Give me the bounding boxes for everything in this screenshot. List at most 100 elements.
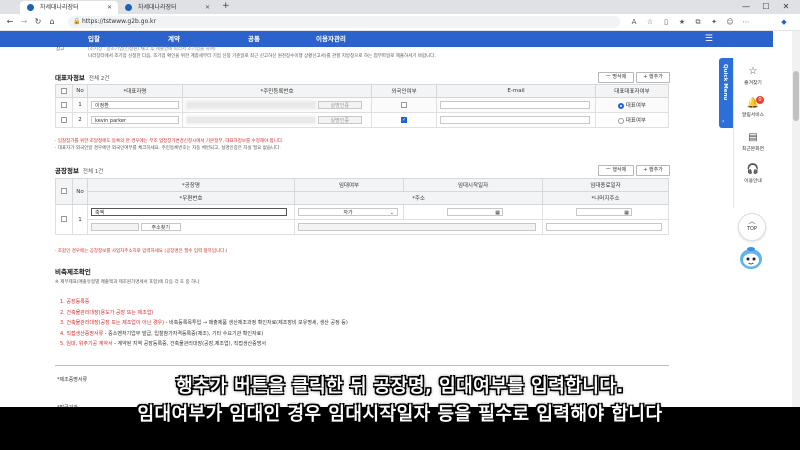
foreigner-checkbox[interactable]	[401, 101, 407, 108]
arrow-right-icon: ›	[722, 118, 725, 125]
maximize-button[interactable]: ☐	[758, 0, 774, 13]
main-content: 참고 (조치상 : 창조기업(신청원) 채크 후 제출양에 따라서 조기입을 하…	[52, 47, 672, 411]
email-input[interactable]	[440, 101, 590, 109]
scrollbar-thumb[interactable]	[793, 71, 799, 121]
rep-section-title-text: 대표자정보	[55, 74, 85, 82]
chatbot-mascot-icon[interactable]	[737, 245, 765, 271]
site-nav-bar: 입찰 계약 공통 이용자관리 ☰	[0, 31, 773, 47]
profile-icon[interactable]: ☺	[724, 16, 736, 28]
scroll-top-button[interactable]: ︿ TOP	[738, 213, 766, 241]
rep-name-input[interactable]: kevin parker	[91, 116, 179, 124]
verify-name-button[interactable]: 실명인증	[317, 101, 362, 109]
rep-name-input[interactable]: 이정환	[91, 101, 179, 109]
verify-name-button[interactable]: 실명인증	[317, 116, 362, 124]
notice-label: 참고	[56, 47, 65, 52]
forward-button[interactable]: →	[18, 15, 30, 29]
nav-item-user-admin[interactable]: 이용자관리	[316, 31, 346, 47]
list-item-num: 2.	[60, 309, 65, 316]
col-rent: 임대여부	[294, 178, 404, 192]
row-checkbox[interactable]	[61, 216, 67, 223]
list-item-text: 공장등록증	[66, 299, 90, 305]
quick-menu-item-label: 이용안내	[744, 179, 762, 184]
quick-menu-tab[interactable]: Quick Menu ›	[719, 58, 733, 128]
address-detail-input[interactable]	[546, 223, 662, 231]
home-button[interactable]: ⌂	[46, 15, 58, 29]
nav-item-contract[interactable]: 계약	[168, 31, 180, 47]
close-icon[interactable]: ✕	[205, 1, 210, 14]
rep-delete-row-button[interactable]: 一 명삭제	[598, 72, 634, 83]
list-item-num: 5.	[60, 341, 65, 347]
copilot-icon[interactable]: ◆	[778, 16, 790, 28]
row-checkbox[interactable]	[61, 101, 67, 108]
extensions-icon[interactable]: ✦	[708, 16, 720, 28]
col-address: *주소	[294, 191, 543, 205]
recent-screen-icon: ▤	[748, 132, 758, 143]
list-item-detail: - 계약된 지역 공장등록증, 건축물관리대장(공장,제조업), 직접생산증명서	[112, 341, 266, 347]
row-checkbox[interactable]	[61, 116, 67, 123]
url-text: https://tstwww.g2b.go.kr	[82, 18, 156, 25]
main-rep-radio[interactable]	[618, 117, 624, 124]
row-no: 1	[72, 97, 88, 113]
rent-select[interactable]: 자가 ⌄	[298, 208, 398, 216]
rep-table: No *대표자명 *주민등록번호 외국인여부 E-mail 대표대표자여부 1 …	[55, 84, 669, 128]
factory-name-input[interactable]: 축엑	[91, 208, 287, 216]
postal-code-input[interactable]	[91, 223, 139, 231]
calendar-icon[interactable]: ▦	[495, 209, 500, 217]
rep-section-title: 대표자정보 전체 2건	[55, 72, 109, 82]
nav-item-bid[interactable]: 입찰	[88, 31, 100, 47]
back-button[interactable]: ←	[4, 15, 16, 29]
browser-tab-2[interactable]: 차세대나라장터 ✕	[118, 1, 216, 14]
quick-menu-recent[interactable]: ▤ 최근본화면	[734, 132, 772, 152]
rep-note-1: · 입찰참가를 위한 조달청에도 등록의 한 경우에는 무조 업정장가변경신청시…	[55, 139, 284, 144]
new-tab-button[interactable]: +	[222, 0, 230, 13]
select-all-checkbox[interactable]	[61, 87, 67, 94]
list-item-text: 임대, 위주기공 계약서	[66, 341, 113, 347]
list-item-detail: - 비축등록목투입 → 매출제품 생산제조과정 확인자료(제조장비 보유명세, …	[164, 320, 348, 326]
address-search-button[interactable]: 주소찾기	[140, 223, 181, 231]
quick-menu: ☆ 즐겨찾기 🔔 0 알림서비스 ▤ 최근본화면 🎧 이용안내	[733, 58, 772, 208]
favorite-star-icon[interactable]: ☆	[644, 16, 656, 28]
factory-table: No *공장명 임대여부 임대시작일자 임대종료일자 *우편번호 *주소 *나머…	[55, 178, 669, 235]
quick-menu-item-label: 즐겨찾기	[744, 81, 762, 86]
window-close-button[interactable]: ✕	[778, 0, 794, 13]
chevron-down-icon: ⌄	[389, 210, 394, 216]
select-all-checkbox[interactable]	[61, 188, 67, 195]
rent-end-date-input[interactable]: ▦	[576, 208, 632, 216]
main-rep-radio[interactable]	[618, 102, 624, 109]
favorites-icon[interactable]: ★	[676, 16, 688, 28]
col-rep-name: *대표자명	[87, 84, 183, 98]
more-menu-icon[interactable]: ⋯	[740, 16, 752, 28]
refresh-button[interactable]: ↻	[32, 15, 44, 29]
list-item-detail: - 중소벤처기업부 발급, 입찰참가자격등록증(제조), 기타 수요기관 확인자…	[103, 330, 264, 337]
nav-item-common[interactable]: 공통	[248, 31, 260, 47]
rep-note-2: · 대표자가 외국인일 경우에만 외국인여부를 체크하세요. 주민등록번호는 자…	[55, 146, 281, 151]
collections-icon[interactable]: ⧉	[692, 16, 704, 28]
bell-icon: 🔔 0	[734, 96, 772, 110]
address-input[interactable]	[298, 223, 536, 231]
factory-section-title: 공장정보 전체 1건	[55, 165, 103, 175]
chevron-up-icon: ︿	[748, 217, 756, 225]
rent-start-date-input[interactable]: ▦	[447, 208, 503, 216]
foreigner-checkbox[interactable]: ✓	[401, 116, 407, 123]
calendar-icon[interactable]: ▦	[624, 209, 629, 217]
minimize-button[interactable]: —	[738, 0, 754, 13]
col-resident-number: *주민등록번호	[182, 84, 372, 98]
hamburger-menu-icon[interactable]: ☰	[705, 31, 713, 47]
direct-item-list: 1. 공장등록증 2. 건축물관리대장(용도가 공장 또는 제조업) 3. 건축…	[60, 297, 660, 350]
factory-add-row-button[interactable]: + 행추가	[636, 165, 670, 176]
quick-menu-notifications[interactable]: 🔔 0 알림서비스	[734, 96, 772, 118]
col-postal-code: *우편번호	[87, 191, 295, 205]
quick-menu-favorites[interactable]: ☆ 즐겨찾기	[734, 66, 772, 86]
list-item-text: 직접생산증명서류	[66, 330, 104, 337]
list-item: 1. 공장등록증	[60, 297, 660, 308]
url-input[interactable]: 🔒 https://tstwww.g2b.go.kr	[68, 16, 620, 28]
read-aloud-icon[interactable]: A	[628, 16, 640, 28]
close-icon[interactable]: ✕	[107, 1, 112, 14]
factory-delete-row-button[interactable]: 一 행삭제	[598, 165, 634, 176]
rep-add-row-button[interactable]: + 행추가	[636, 72, 670, 83]
quick-menu-help[interactable]: 🎧 이용안내	[734, 164, 772, 184]
split-screen-icon[interactable]: ▯	[660, 16, 672, 28]
browser-tab-1[interactable]: 차세대나라장터 ✕	[20, 1, 118, 14]
email-input[interactable]	[440, 116, 590, 124]
page-scrollbar[interactable]	[792, 31, 800, 407]
